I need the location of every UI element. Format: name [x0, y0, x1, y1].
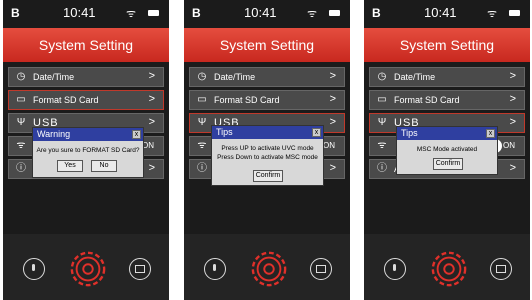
- chevron-right-icon: >: [148, 93, 155, 105]
- phone-screen-1: B 10:41 ᯤ System Setting ◷ Date/Time > ▭…: [3, 0, 169, 300]
- status-time: 10:41: [244, 5, 277, 20]
- warning-dialog: Warning x Are you sure to FORMAT SD Card…: [32, 127, 144, 178]
- dialog-line-1: Press UP to activate UVC mode: [221, 145, 314, 152]
- menu-item-format-sd[interactable]: ▭ Format SD Card >: [8, 90, 164, 110]
- gear-icon[interactable]: [69, 250, 107, 288]
- chevron-right-icon: >: [509, 116, 516, 128]
- chevron-right-icon: >: [509, 162, 516, 174]
- sd-card-icon: ▭: [377, 94, 387, 105]
- menu-item-label: Format SD Card: [33, 95, 99, 105]
- menu-item-label: Format SD Card: [394, 95, 460, 105]
- tips-dialog-msc: Tips x MSC Mode activated Confirm: [396, 126, 498, 175]
- info-icon: ⓘ: [377, 163, 387, 174]
- page-title: System Setting: [364, 28, 530, 62]
- battery-icon: [329, 10, 340, 16]
- dialog-title: Tips: [212, 126, 323, 139]
- bottom-nav: [3, 234, 169, 300]
- phone-screen-3: B 10:41 ᯤ System Setting ◷ Date/Time > ▭…: [364, 0, 530, 300]
- clock-icon: ◷: [377, 71, 387, 82]
- menu-item-label: Format SD Card: [214, 95, 280, 105]
- bottom-nav: [184, 234, 350, 300]
- battery-icon: [509, 10, 520, 16]
- status-time: 10:41: [63, 5, 96, 20]
- wifi-icon: ᯤ: [197, 140, 207, 151]
- dialog-message: Are you sure to FORMAT SD Card?: [36, 147, 140, 154]
- toggle-state: ON: [323, 141, 335, 150]
- dialog-title: Tips: [397, 127, 497, 140]
- usb-icon: Ψ: [197, 117, 207, 128]
- page-title: System Setting: [3, 28, 169, 62]
- status-app-glyph: B: [11, 6, 20, 20]
- chevron-right-icon: >: [509, 70, 516, 82]
- video-icon[interactable]: [129, 258, 151, 280]
- menu-item-label: Date/Time: [394, 72, 436, 82]
- video-icon[interactable]: [490, 258, 512, 280]
- menu-item-format-sd[interactable]: ▭ Format SD Card >: [369, 90, 525, 110]
- confirm-button[interactable]: Confirm: [433, 158, 463, 170]
- no-button[interactable]: No: [91, 160, 117, 172]
- chevron-right-icon: >: [148, 162, 155, 174]
- close-icon[interactable]: x: [132, 130, 141, 139]
- battery-icon: [148, 10, 159, 16]
- dialog-line-2: Press Down to activate MSC mode: [217, 154, 318, 161]
- toggle-state: ON: [503, 141, 515, 150]
- status-bar: B 10:41 ᯤ: [184, 0, 350, 28]
- menu-item-label: Date/Time: [214, 72, 256, 82]
- page-title: System Setting: [184, 28, 350, 62]
- status-app-glyph: B: [192, 6, 201, 20]
- wifi-icon: ᯤ: [307, 8, 318, 20]
- status-bar: B 10:41 ᯤ: [364, 0, 530, 28]
- thermometer-icon[interactable]: [23, 258, 45, 280]
- gear-icon[interactable]: [430, 250, 468, 288]
- menu-item-date-time[interactable]: ◷ Date/Time >: [189, 67, 345, 87]
- status-time: 10:41: [424, 5, 457, 20]
- wifi-icon: ᯤ: [377, 140, 387, 151]
- menu-item-date-time[interactable]: ◷ Date/Time >: [8, 67, 164, 87]
- sd-card-icon: ▭: [197, 94, 207, 105]
- chevron-right-icon: >: [329, 116, 336, 128]
- status-bar: B 10:41 ᯤ: [3, 0, 169, 28]
- chevron-right-icon: >: [148, 116, 155, 128]
- clock-icon: ◷: [16, 71, 26, 82]
- menu-item-format-sd[interactable]: ▭ Format SD Card >: [189, 90, 345, 110]
- thermometer-icon[interactable]: [384, 258, 406, 280]
- confirm-button[interactable]: Confirm: [253, 170, 283, 182]
- tips-dialog-usb: Tips x Press UP to activate UVC mode Pre…: [211, 125, 324, 186]
- yes-button[interactable]: Yes: [57, 160, 83, 172]
- chevron-right-icon: >: [329, 70, 336, 82]
- thermometer-icon[interactable]: [204, 258, 226, 280]
- dialog-message: MSC Mode activated: [416, 146, 478, 153]
- usb-icon: Ψ: [16, 117, 26, 128]
- bottom-nav: [364, 234, 530, 300]
- phone-screen-2: B 10:41 ᯤ System Setting ◷ Date/Time > ▭…: [184, 0, 350, 300]
- wifi-icon: ᯤ: [487, 8, 498, 20]
- chevron-right-icon: >: [148, 70, 155, 82]
- gear-icon[interactable]: [250, 250, 288, 288]
- status-app-glyph: B: [372, 6, 381, 20]
- menu-item-date-time[interactable]: ◷ Date/Time >: [369, 67, 525, 87]
- menu-item-label: Date/Time: [33, 72, 75, 82]
- chevron-right-icon: >: [509, 93, 516, 105]
- video-icon[interactable]: [310, 258, 332, 280]
- close-icon[interactable]: x: [312, 128, 321, 137]
- info-icon: ⓘ: [197, 163, 207, 174]
- wifi-icon: ᯤ: [16, 140, 26, 151]
- info-icon: ⓘ: [16, 163, 26, 174]
- wifi-icon: ᯤ: [126, 8, 137, 20]
- chevron-right-icon: >: [329, 162, 336, 174]
- sd-card-icon: ▭: [16, 94, 26, 105]
- chevron-right-icon: >: [329, 93, 336, 105]
- dialog-title: Warning: [33, 128, 143, 141]
- close-icon[interactable]: x: [486, 129, 495, 138]
- usb-icon: Ψ: [377, 117, 387, 128]
- clock-icon: ◷: [197, 71, 207, 82]
